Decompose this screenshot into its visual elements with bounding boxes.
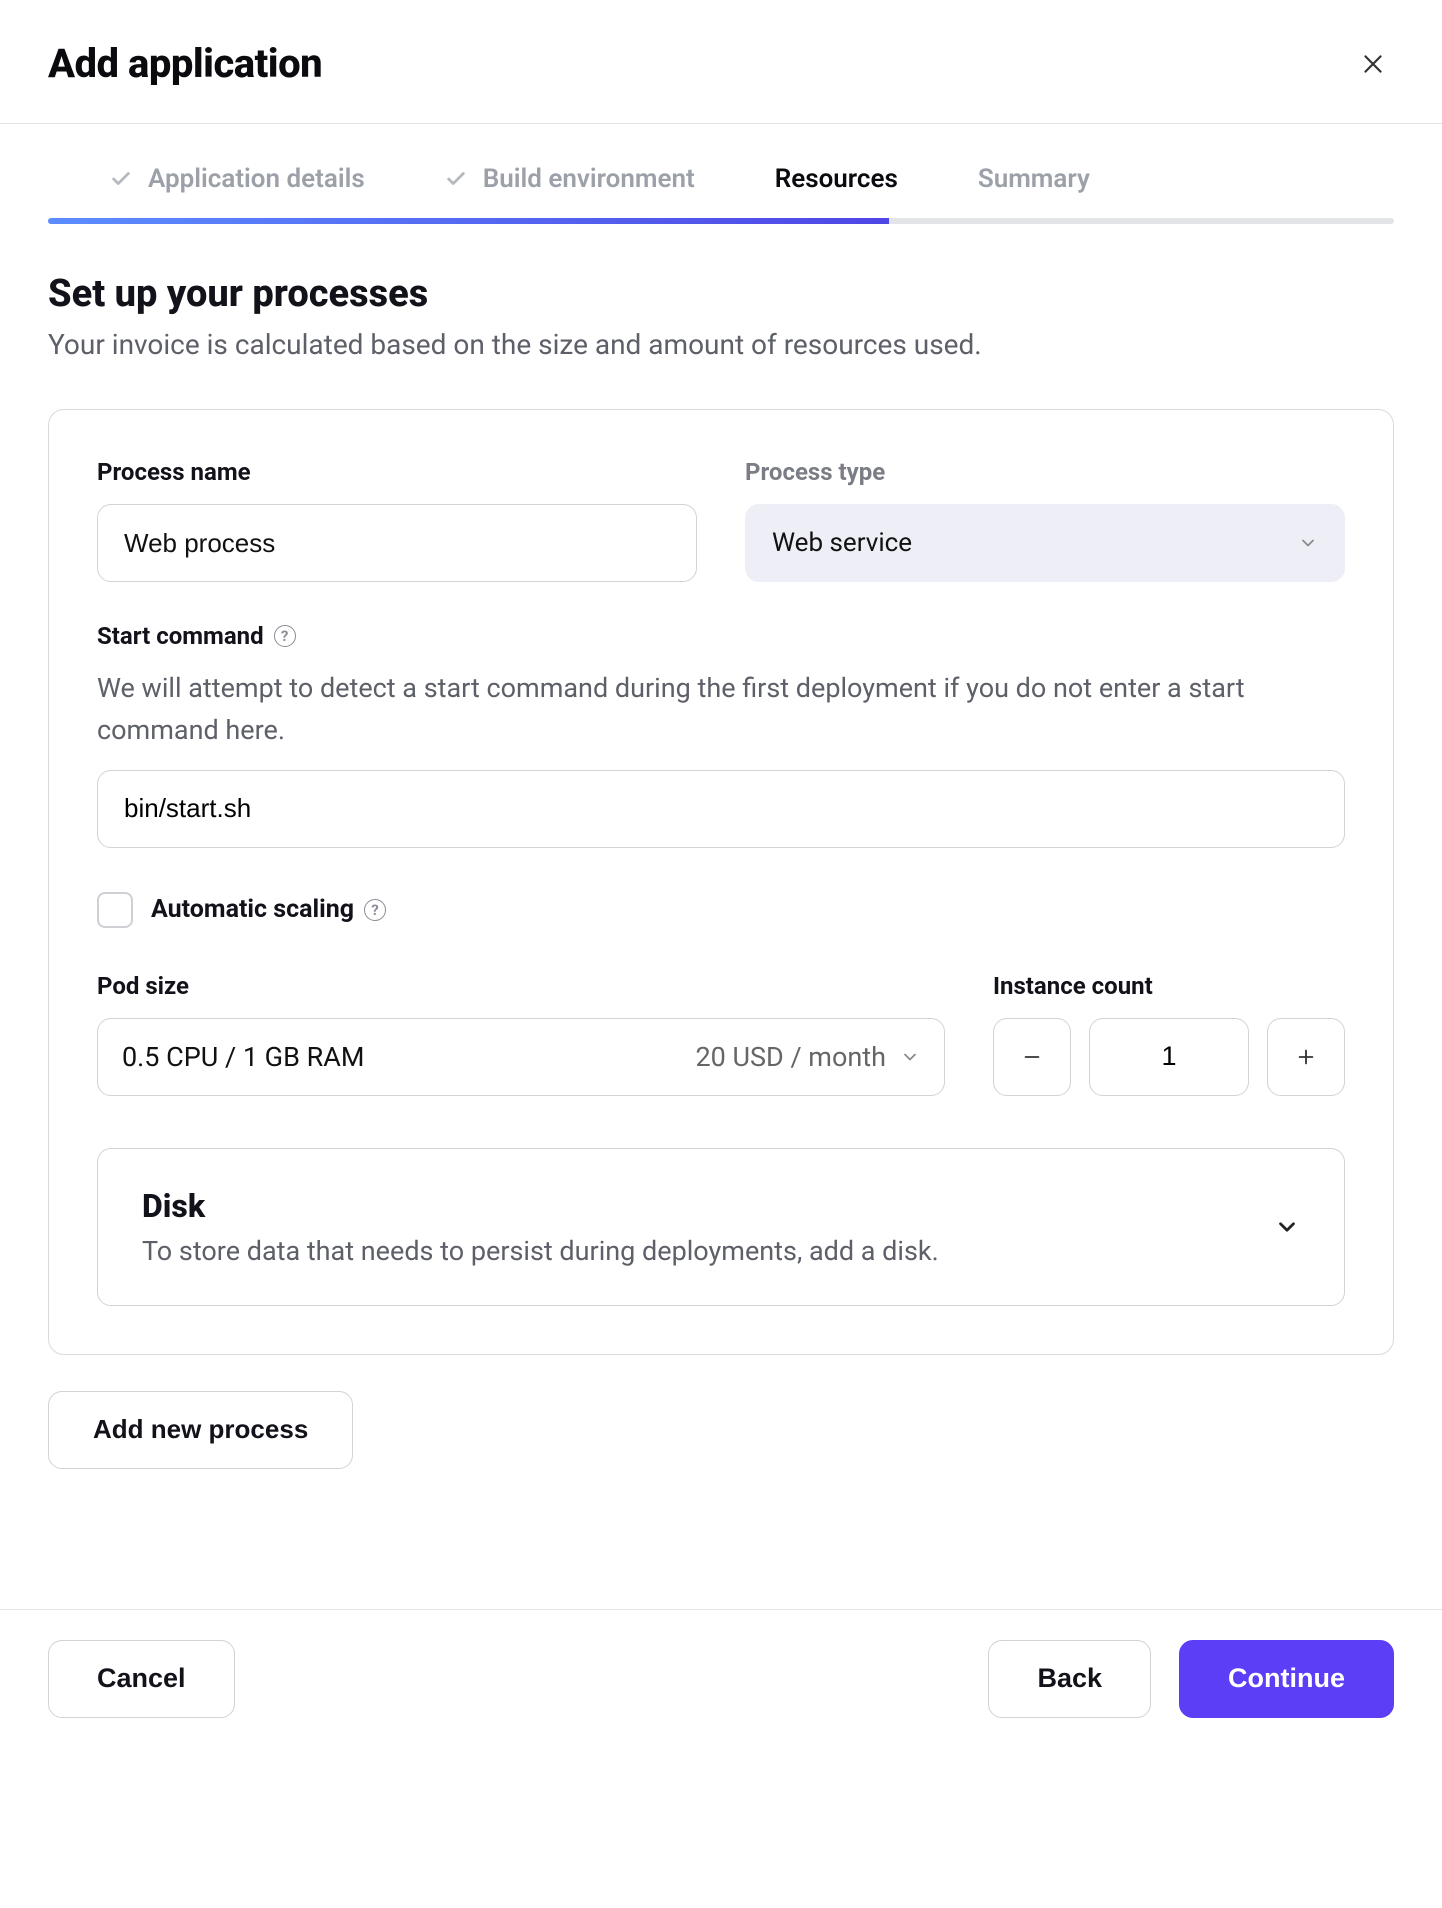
section-title: Set up your processes <box>48 272 1394 316</box>
check-icon <box>110 168 132 190</box>
pod-size-select[interactable]: 0.5 CPU / 1 GB RAM 20 USD / month <box>97 1018 945 1096</box>
start-command-input[interactable] <box>97 770 1345 848</box>
pod-size-price: 20 USD / month <box>695 1041 886 1073</box>
instance-count-label: Instance count <box>993 972 1345 1000</box>
disk-expand[interactable]: Disk To store data that needs to persist… <box>97 1148 1345 1306</box>
auto-scaling-label: Automatic scaling ? <box>151 895 386 924</box>
wizard-stepper: Application details Build environment Re… <box>0 124 1442 194</box>
cancel-button[interactable]: Cancel <box>48 1640 235 1718</box>
add-application-modal: Add application Application details Buil… <box>0 0 1442 1768</box>
close-button[interactable] <box>1352 43 1394 85</box>
continue-button[interactable]: Continue <box>1179 1640 1394 1718</box>
step-label: Resources <box>775 164 898 194</box>
help-icon[interactable]: ? <box>364 899 386 921</box>
step-label: Application details <box>148 164 365 194</box>
progress-fill <box>48 218 889 224</box>
step-resources[interactable]: Resources <box>775 164 898 194</box>
add-process-button[interactable]: Add new process <box>48 1391 353 1469</box>
chevron-down-icon <box>1274 1214 1300 1240</box>
disk-description: To store data that needs to persist duri… <box>142 1235 939 1267</box>
modal-title: Add application <box>48 40 322 87</box>
close-icon <box>1360 51 1386 77</box>
start-command-help: We will attempt to detect a start comman… <box>97 668 1345 752</box>
instance-stepper <box>993 1018 1345 1096</box>
start-command-label: Start command ? <box>97 622 296 650</box>
step-label: Build environment <box>483 164 695 194</box>
process-type-value: Web service <box>772 528 912 558</box>
plus-icon <box>1295 1046 1317 1068</box>
chevron-down-icon <box>900 1047 920 1067</box>
step-application-details[interactable]: Application details <box>110 164 365 194</box>
process-card: Process name Process type Web service St… <box>48 409 1394 1355</box>
progress-bar <box>48 218 1394 224</box>
auto-scaling-checkbox[interactable] <box>97 892 133 928</box>
back-button[interactable]: Back <box>988 1640 1151 1718</box>
process-type-label: Process type <box>745 458 1345 486</box>
process-type-select[interactable]: Web service <box>745 504 1345 582</box>
step-summary[interactable]: Summary <box>978 164 1090 194</box>
modal-header: Add application <box>0 0 1442 124</box>
chevron-down-icon <box>1298 533 1318 553</box>
minus-icon <box>1021 1046 1043 1068</box>
step-build-environment[interactable]: Build environment <box>445 164 695 194</box>
instance-count-input[interactable] <box>1089 1018 1249 1096</box>
pod-size-label: Pod size <box>97 972 189 1000</box>
modal-footer: Cancel Back Continue <box>0 1609 1442 1768</box>
decrement-button[interactable] <box>993 1018 1071 1096</box>
pod-size-value: 0.5 CPU / 1 GB RAM <box>122 1041 364 1073</box>
step-label: Summary <box>978 164 1090 194</box>
process-name-input[interactable] <box>97 504 697 582</box>
check-icon <box>445 168 467 190</box>
section-description: Your invoice is calculated based on the … <box>48 328 1394 361</box>
help-icon[interactable]: ? <box>274 625 296 647</box>
disk-title: Disk <box>142 1187 939 1225</box>
increment-button[interactable] <box>1267 1018 1345 1096</box>
process-name-label: Process name <box>97 458 697 486</box>
